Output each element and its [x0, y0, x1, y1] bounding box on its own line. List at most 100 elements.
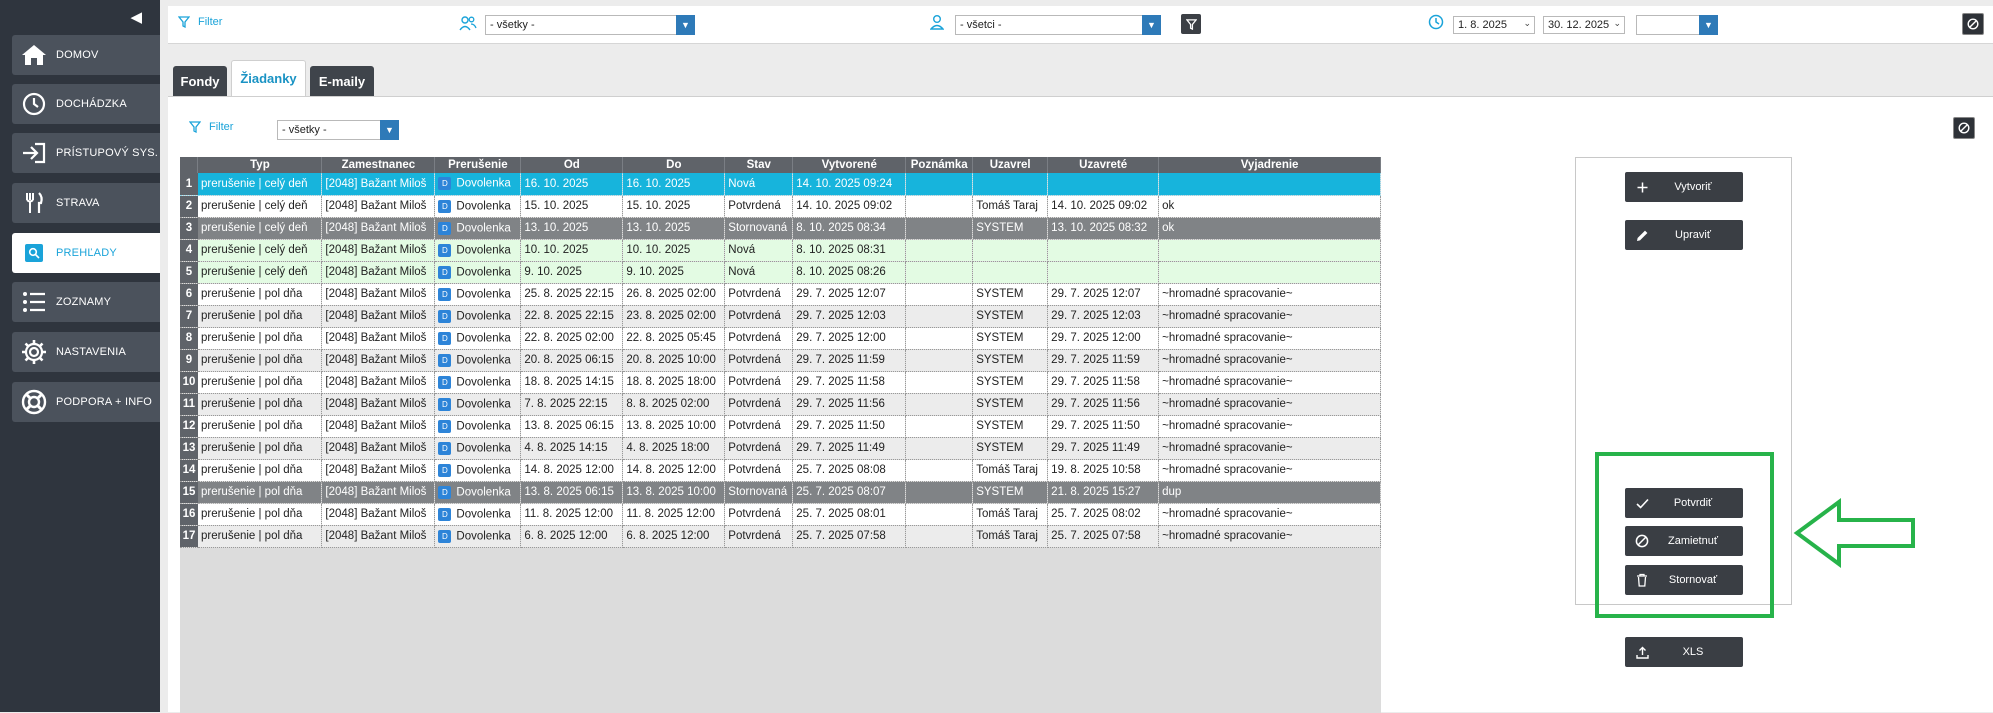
table-row[interactable]: 16 prerušenie | pol dňa [2048] Bažant Milo… — [180, 503, 1381, 526]
cell-od: 13. 10. 2025 — [520, 217, 624, 240]
table-row[interactable]: 13 prerušenie | pol dňa [2048] Bažant Milo… — [180, 437, 1381, 460]
sidebar-item-zoznamy[interactable]: ZOZNAMY — [12, 282, 160, 322]
clear-filter-button[interactable] — [1962, 13, 1984, 35]
period-select[interactable]: ▼ — [1636, 15, 1718, 35]
column-header[interactable]: Uzavrel — [972, 157, 1049, 173]
absence-type-badge: D — [438, 287, 452, 301]
sidebar-item-strava[interactable]: STRAVA — [12, 183, 160, 223]
chevron-down-icon[interactable]: ▼ — [676, 15, 695, 35]
cell-prer-text: Dovolenka — [456, 177, 511, 190]
absence-type-badge: D — [438, 353, 452, 367]
column-header[interactable]: Typ — [197, 157, 323, 173]
cell-prer-text: Dovolenka — [456, 222, 511, 235]
cell-uzavrel: SYSTEM — [972, 393, 1049, 416]
sidebar-item-nastavenia[interactable]: NASTAVENIA — [12, 332, 160, 372]
table-row[interactable]: 14 prerušenie | pol dňa [2048] Bažant Milo… — [180, 459, 1381, 482]
table-row[interactable]: 1 prerušenie | celý deň [2048] Bažant Milo… — [180, 173, 1381, 196]
cell-typ: prerušenie | pol dňa — [197, 415, 323, 438]
cell-uzavrel: SYSTEM — [972, 327, 1049, 350]
cell-prer-text: Dovolenka — [456, 508, 511, 521]
export-xls-button[interactable]: XLS — [1625, 637, 1743, 667]
clear-panel-filter-button[interactable] — [1953, 117, 1975, 139]
collapse-sidebar-icon[interactable]: ◀ — [130, 8, 142, 26]
date-to-value: 30. 12. 2025 — [1548, 19, 1610, 31]
table-row[interactable]: 2 prerušenie | celý deň [2048] Bažant Milo… — [180, 195, 1381, 218]
table-row[interactable]: 8 prerušenie | pol dňa [2048] Bažant Miloš… — [180, 327, 1381, 350]
cell-pozn — [905, 371, 974, 394]
cell-uzavrete: 29. 7. 2025 11:59 — [1047, 349, 1160, 372]
table-row[interactable]: 11 prerušenie | pol dňa [2048] Bažant Milo… — [180, 393, 1381, 416]
tab-ziadanky[interactable]: Žiadanky — [231, 60, 306, 96]
group-select-value: - všetky - — [490, 19, 535, 31]
table-row[interactable]: 17 prerušenie | pol dňa [2048] Bažant Milo… — [180, 525, 1381, 548]
cell-vytv: 29. 7. 2025 11:50 — [792, 415, 907, 438]
sidebar-item-label: DOCHÁDZKA — [56, 98, 127, 110]
absence-type-badge: D — [438, 485, 452, 499]
highlight-box — [1595, 452, 1774, 618]
cell-stav: Potvrdená — [724, 371, 794, 394]
date-from-input[interactable]: 1. 8. 2025 ⌄ — [1453, 16, 1535, 34]
person-select[interactable]: - všetci - ▼ — [955, 15, 1161, 35]
cell-vyj: ~hromadné spracovanie~ — [1158, 327, 1381, 350]
table-row[interactable]: 15 prerušenie | pol dňa [2048] Bažant Milo… — [180, 481, 1381, 504]
table-row[interactable]: 5 prerušenie | celý deň [2048] Bažant Milo… — [180, 261, 1381, 284]
sidebar-item-prehlady[interactable]: PREHĽADY — [12, 233, 160, 273]
cell-uzavrel: SYSTEM — [972, 481, 1049, 504]
cell-prer: D Dovolenka — [434, 415, 522, 438]
apply-filter-button[interactable] — [1181, 14, 1201, 34]
cell-od: 10. 10. 2025 — [520, 239, 624, 262]
sidebar-item-label: PODPORA + INFO — [56, 396, 153, 408]
column-header[interactable]: Vyjadrenie — [1158, 157, 1381, 173]
tab-e-maily[interactable]: E-maily — [310, 66, 374, 96]
panel-filter-toggle[interactable]: Filter — [189, 121, 233, 133]
column-header[interactable]: Vytvorené — [792, 157, 907, 173]
sidebar-item-pristupovy-sys[interactable]: PRÍSTUPOVÝ SYS. — [12, 133, 160, 173]
cell-vytv: 29. 7. 2025 11:58 — [792, 371, 907, 394]
column-header[interactable]: Do — [622, 157, 726, 173]
cell-typ: prerušenie | pol dňa — [197, 525, 323, 548]
group-select[interactable]: - všetky - ▼ — [485, 15, 695, 35]
column-header[interactable]: Prerušenie — [434, 157, 522, 173]
cell-emp: [2048] Bažant Miloš — [321, 261, 436, 284]
table-row[interactable]: 4 prerušenie | celý deň [2048] Bažant Milo… — [180, 239, 1381, 262]
table-row[interactable]: 3 prerušenie | celý deň [2048] Bažant Milo… — [180, 217, 1381, 240]
status-filter-select[interactable]: - všetky - ▼ — [277, 120, 399, 140]
search-icon-wrap — [12, 244, 56, 262]
cell-vytv: 29. 7. 2025 12:00 — [792, 327, 907, 350]
column-header[interactable]: Od — [520, 157, 624, 173]
cell-od: 4. 8. 2025 14:15 — [520, 437, 624, 460]
table-row[interactable]: 7 prerušenie | pol dňa [2048] Bažant Miloš… — [180, 305, 1381, 328]
column-header[interactable]: Stav — [724, 157, 794, 173]
create-button[interactable]: Vytvoriť — [1625, 172, 1743, 202]
sidebar-item-podpora-info[interactable]: PODPORA + INFO — [12, 382, 160, 422]
column-header[interactable]: Uzavreté — [1047, 157, 1160, 173]
cell-emp: [2048] Bažant Miloš — [321, 415, 436, 438]
cell-vyj: ~hromadné spracovanie~ — [1158, 437, 1381, 460]
table-row[interactable]: 9 prerušenie | pol dňa [2048] Bažant Miloš… — [180, 349, 1381, 372]
edit-button[interactable]: Upraviť — [1625, 220, 1743, 250]
person-icon — [929, 14, 945, 33]
absence-type-badge: D — [438, 265, 452, 279]
cell-do: 13. 8. 2025 10:00 — [622, 481, 726, 504]
row-number: 2 — [180, 195, 198, 218]
chevron-down-icon[interactable]: ▼ — [1699, 15, 1718, 35]
sidebar-item-label: PRÍSTUPOVÝ SYS. — [56, 147, 159, 159]
table-row[interactable]: 6 prerušenie | pol dňa [2048] Bažant Miloš… — [180, 283, 1381, 306]
column-header[interactable]: Poznámka — [905, 157, 974, 173]
create-label: Vytvoriť — [1674, 181, 1712, 193]
column-header[interactable]: Zamestnanec — [321, 157, 436, 173]
table-row[interactable]: 10 prerušenie | pol dňa [2048] Bažant Milo… — [180, 371, 1381, 394]
cell-uzavrel: Tomáš Taraj — [972, 459, 1049, 482]
sidebar-item-domov[interactable]: DOMOV — [12, 35, 160, 75]
chevron-down-icon[interactable]: ▼ — [380, 120, 399, 140]
top-filter-toggle[interactable]: Filter — [178, 16, 222, 28]
table-row[interactable]: 12 prerušenie | pol dňa [2048] Bažant Milo… — [180, 415, 1381, 438]
filter-icon — [1185, 18, 1197, 30]
date-to-input[interactable]: 30. 12. 2025 ⌄ — [1543, 16, 1625, 34]
cell-vytv: 25. 7. 2025 08:08 — [792, 459, 907, 482]
tab-fondy[interactable]: Fondy — [173, 66, 227, 96]
table-header-row: Typ Zamestnanec Prerušenie Od Do Stav Vy… — [180, 157, 1381, 173]
chevron-down-icon[interactable]: ▼ — [1142, 15, 1161, 35]
cell-od: 14. 8. 2025 12:00 — [520, 459, 624, 482]
sidebar-item-dochadzka[interactable]: DOCHÁDZKA — [12, 84, 160, 124]
